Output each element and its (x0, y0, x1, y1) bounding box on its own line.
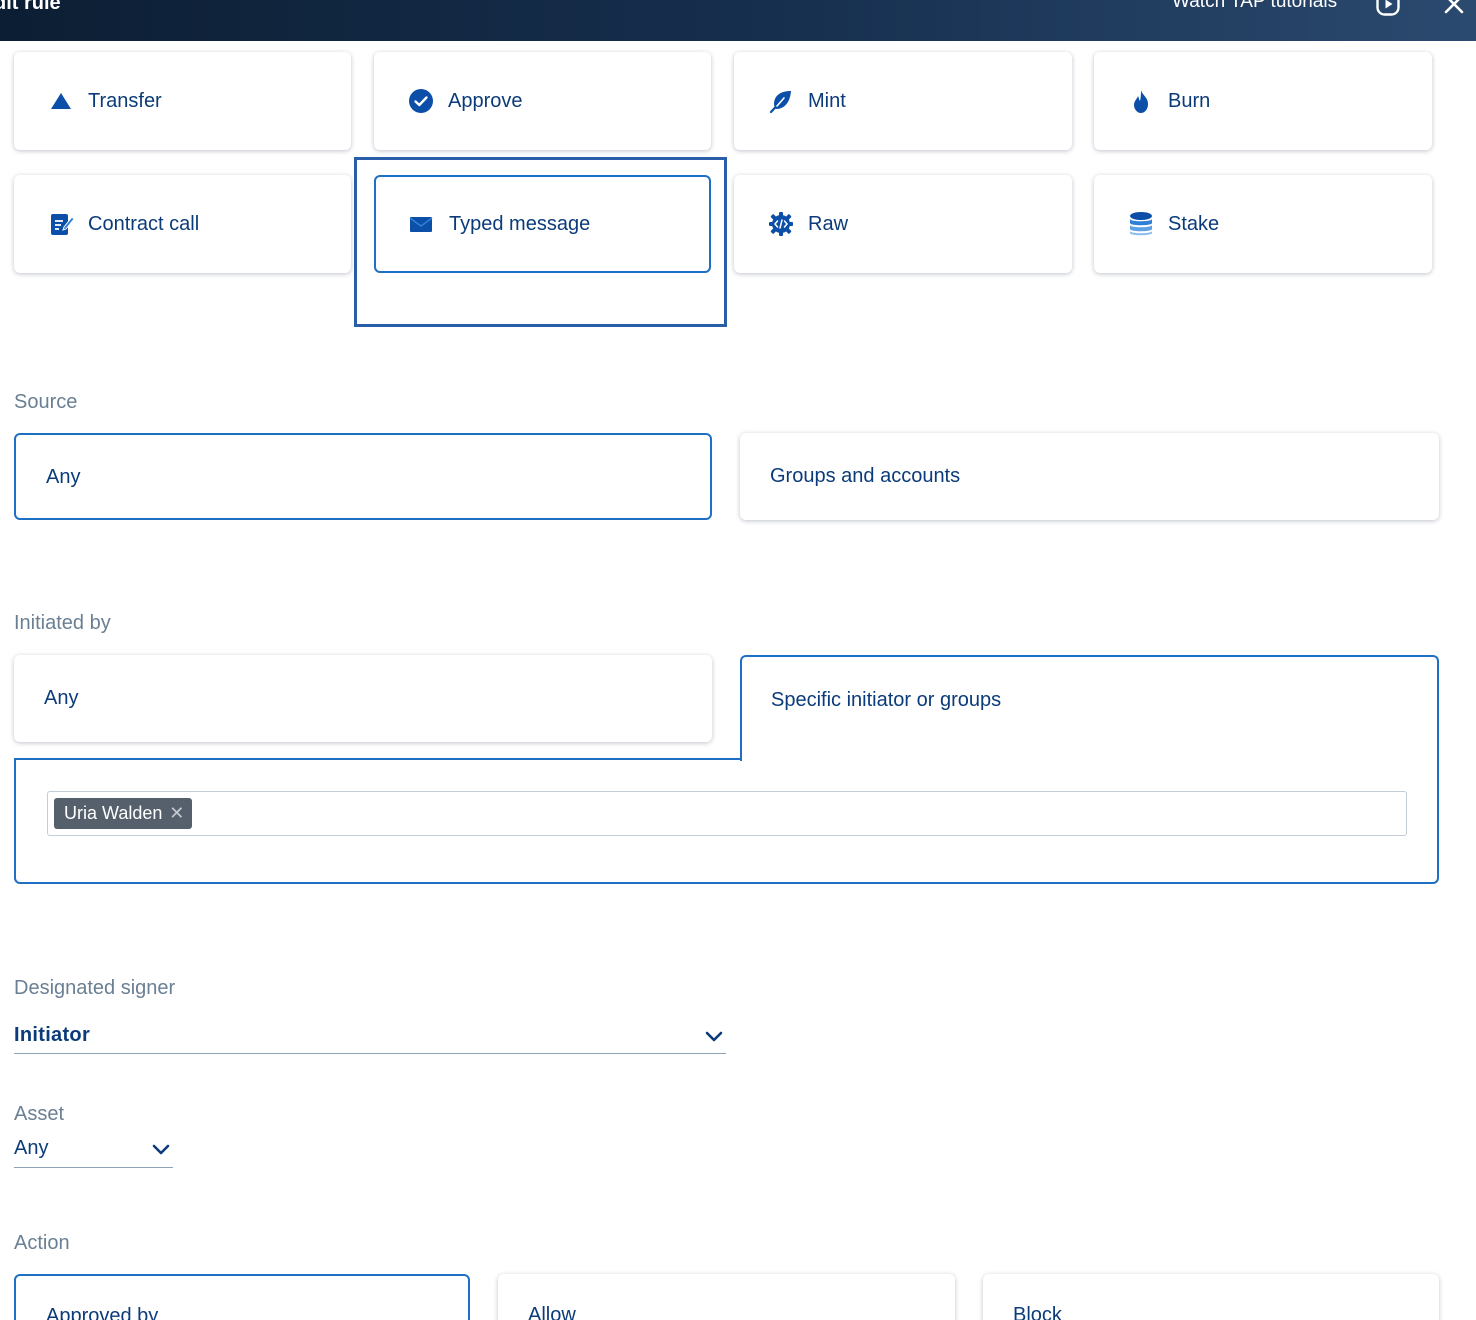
select-value: Initiator (14, 1024, 91, 1046)
action-option-approved-by[interactable]: Approved by (14, 1274, 470, 1320)
close-icon[interactable] (1442, 0, 1466, 16)
option-label: Block (1013, 1304, 1062, 1320)
type-card-label: Burn (1168, 89, 1211, 112)
option-label: Any (46, 466, 81, 488)
type-card-label: Transfer (88, 89, 162, 112)
chevron-down-icon (705, 1031, 723, 1042)
option-label: Allow (528, 1304, 576, 1320)
action-option-block[interactable]: Block (983, 1274, 1439, 1320)
type-card-mint[interactable]: Mint (734, 52, 1072, 150)
asset-select[interactable]: Any (14, 1134, 173, 1168)
type-card-label: Raw (808, 212, 849, 235)
leaf-icon (769, 91, 791, 114)
designated-signer-label: Designated signer (14, 977, 176, 999)
option-label: Approved by (46, 1305, 159, 1320)
action-label: Action (14, 1232, 70, 1254)
chevron-down-icon (152, 1144, 170, 1155)
type-card-stake[interactable]: Stake (1094, 175, 1432, 273)
option-label: Specific initiator or groups (771, 689, 1002, 711)
check-circle-icon (409, 89, 433, 113)
initiator-tag-chip: Uria Walden ✕ (54, 798, 193, 829)
flame-icon (1134, 90, 1148, 113)
option-label: Any (44, 687, 79, 709)
triangle-icon (51, 93, 71, 109)
remove-tag-icon[interactable]: ✕ (169, 798, 184, 829)
envelope-icon (409, 217, 433, 232)
modal-header: dit rule Watch TAP tutorials (0, 0, 1476, 41)
chip-label: Uria Walden (64, 803, 163, 823)
type-card-label: Stake (1168, 212, 1220, 235)
asset-label: Asset (14, 1103, 65, 1125)
initiator-tag-input[interactable]: Uria Walden ✕ (47, 791, 1407, 836)
modal-title: dit rule (0, 0, 61, 14)
type-card-raw[interactable]: Raw (734, 175, 1072, 273)
designated-signer-select[interactable]: Initiator (14, 1020, 726, 1054)
initiator-selection-panel: Uria Walden ✕ (14, 758, 1439, 884)
edit-document-icon (51, 214, 74, 235)
initiator-option-specific[interactable]: Specific initiator or groups (740, 655, 1439, 761)
type-card-typed-message[interactable]: Typed message (374, 175, 711, 273)
type-card-approve[interactable]: Approve (374, 52, 711, 150)
type-card-transfer[interactable]: Transfer (14, 52, 351, 150)
source-label: Source (14, 391, 78, 413)
source-option-groups-and-accounts[interactable]: Groups and accounts (740, 433, 1439, 520)
type-card-label: Typed message (449, 212, 591, 235)
database-icon (1130, 212, 1152, 236)
type-card-label: Approve (448, 89, 523, 112)
action-option-allow[interactable]: Allow (498, 1274, 955, 1320)
initiated-by-label: Initiated by (14, 612, 111, 634)
select-value: Any (14, 1137, 49, 1159)
type-card-burn[interactable]: Burn (1094, 52, 1432, 150)
source-option-any[interactable]: Any (14, 433, 712, 520)
type-card-label: Contract call (88, 212, 200, 235)
initiator-option-any[interactable]: Any (14, 655, 712, 742)
type-card-label: Mint (808, 89, 846, 112)
type-card-contract-call[interactable]: Contract call (14, 175, 351, 273)
watch-tutorials-link[interactable]: Watch TAP tutorials (1172, 0, 1337, 14)
option-label: Groups and accounts (770, 465, 961, 487)
code-gear-icon (769, 212, 793, 236)
play-circle-icon[interactable] (1376, 0, 1400, 16)
